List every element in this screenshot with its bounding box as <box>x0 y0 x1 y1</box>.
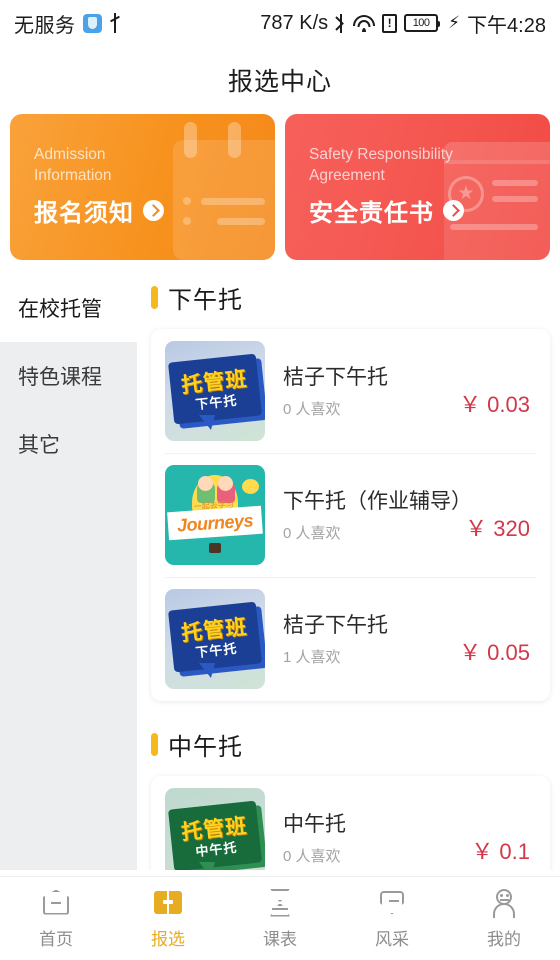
status-bar: 无服务 787 K/s 100 ⚡ 下午4:28 <box>0 0 560 46</box>
bottom-tab-bar: 首页 报选 课表 风采 我的 <box>0 876 560 960</box>
course-price: ￥ 320 <box>465 516 530 541</box>
battery-level-label: 100 <box>412 17 430 29</box>
banner-row: Admission Information 报名须知 ★ Safety Resp… <box>0 114 560 260</box>
sidebar-item-school-care[interactable]: 在校托管 <box>0 274 137 342</box>
shield-icon <box>82 13 102 33</box>
tab-profile[interactable]: 我的 <box>448 877 560 960</box>
category-sidebar: 在校托管 特色课程 其它 <box>0 274 137 870</box>
status-bar-left: 无服务 <box>14 9 121 38</box>
course-info: 下午托（作业辅导） 0 人喜欢 <box>265 488 472 543</box>
sidebar-item-others[interactable]: 其它 <box>0 410 137 478</box>
hourglass-icon <box>264 888 296 918</box>
sidebar-item-label: 特色课程 <box>18 366 102 389</box>
tab-label: 风采 <box>375 929 409 949</box>
carrier-label: 无服务 <box>14 14 76 37</box>
tab-home[interactable]: 首页 <box>0 877 112 960</box>
banner-subtitle-line2: Agreement <box>309 167 385 184</box>
course-likes: 0 人喜欢 <box>283 400 341 418</box>
course-name: 中午托 <box>283 812 346 836</box>
chevron-right-icon[interactable] <box>443 200 464 221</box>
course-price: ￥ 0.1 <box>471 839 530 864</box>
sidebar-item-label: 在校托管 <box>18 298 102 321</box>
shield-icon <box>376 888 408 918</box>
banner-subtitle: Safety Responsibility Agreement <box>309 144 494 186</box>
tab-enrollment[interactable]: 报选 <box>112 877 224 960</box>
tab-label: 课表 <box>263 929 297 949</box>
status-bar-right: 787 K/s 100 ⚡ 下午4:28 <box>260 9 546 38</box>
thumbnail-title: Journeys <box>176 510 254 536</box>
clock-label: 下午4:28 <box>467 14 546 37</box>
banner-subtitle-line1: Safety Responsibility <box>309 146 453 163</box>
tab-label: 我的 <box>487 929 521 949</box>
sidebar-item-featured-courses[interactable]: 特色课程 <box>0 342 137 410</box>
course-price: ￥ 0.03 <box>459 392 530 417</box>
course-info: 桔子下午托 0 人喜欢 <box>265 364 459 419</box>
clipboard-icon <box>163 114 275 260</box>
banner-title: 安全责任书 <box>309 200 434 227</box>
course-list-item[interactable]: 一起去学习 Journeys 下午托（作业辅导） 0 人喜欢 ￥ 320 <box>151 453 550 577</box>
wifi-icon <box>353 14 376 32</box>
course-name: 下午托（作业辅导） <box>283 489 472 513</box>
person-icon <box>488 888 520 918</box>
usb-icon <box>109 13 121 33</box>
course-list-item[interactable]: 托管班 中午托 中午托 0 人喜欢 ￥ 0.1 <box>151 776 550 870</box>
section-header-noon-care: 中午托 <box>151 701 560 776</box>
section-accent-bar <box>151 286 158 309</box>
sim-alert-icon <box>382 13 398 33</box>
section-header-afternoon-care: 下午托 <box>151 274 560 329</box>
network-speed-label: 787 K/s <box>260 11 329 34</box>
course-thumbnail: 托管班 下午托 <box>165 589 265 689</box>
course-name: 桔子下午托 <box>283 365 388 389</box>
app-screen: 无服务 787 K/s 100 ⚡ 下午4:28 报选中心 <box>0 0 560 960</box>
battery-icon: 100 <box>404 14 441 32</box>
banner-subtitle-line2: Information <box>34 167 112 184</box>
course-card-noon-care: 托管班 中午托 中午托 0 人喜欢 ￥ 0.1 <box>151 776 550 870</box>
section-accent-bar <box>151 733 158 756</box>
course-info: 桔子下午托 1 人喜欢 <box>265 612 459 667</box>
banner-admission-information[interactable]: Admission Information 报名须知 <box>10 114 275 260</box>
home-icon <box>40 888 72 918</box>
course-list-scroll[interactable]: 下午托 托管班 下午托 桔子下午托 0 人喜欢 ￥ 0.03 一起去学习 Jou… <box>137 274 560 870</box>
tab-showcase[interactable]: 风采 <box>336 877 448 960</box>
banner-safety-responsibility-agreement[interactable]: ★ Safety Responsibility Agreement 安全责任书 <box>285 114 550 260</box>
chevron-right-icon[interactable] <box>143 200 164 221</box>
certificate-icon: ★ <box>438 114 550 260</box>
page-title: 报选中心 <box>227 68 332 96</box>
course-price: ￥ 0.05 <box>459 640 530 665</box>
course-thumbnail: 托管班 中午托 <box>165 788 265 870</box>
charging-bolt-icon: ⚡ <box>448 13 461 32</box>
course-likes: 0 人喜欢 <box>283 524 341 542</box>
banner-title-row: 安全责任书 <box>309 193 550 228</box>
course-info: 中午托 0 人喜欢 <box>265 811 471 866</box>
course-thumbnail: 一起去学习 Journeys <box>165 465 265 565</box>
category-browser: 在校托管 特色课程 其它 下午托 托管班 下午托 桔子下午托 0 人喜欢 ￥ 0… <box>0 274 560 870</box>
tab-timetable[interactable]: 课表 <box>224 877 336 960</box>
course-name: 桔子下午托 <box>283 613 388 637</box>
banner-title-row: 报名须知 <box>34 193 275 228</box>
section-title: 下午托 <box>168 287 243 314</box>
course-likes: 0 人喜欢 <box>283 847 341 865</box>
banner-subtitle-line1: Admission <box>34 146 106 163</box>
bluetooth-icon <box>335 13 346 33</box>
course-list-item[interactable]: 托管班 下午托 桔子下午托 1 人喜欢 ￥ 0.05 <box>151 577 550 701</box>
course-thumbnail: 托管班 下午托 <box>165 341 265 441</box>
book-icon <box>152 888 184 918</box>
banner-title: 报名须知 <box>34 200 134 227</box>
course-likes: 1 人喜欢 <box>283 648 341 666</box>
course-card-afternoon-care: 托管班 下午托 桔子下午托 0 人喜欢 ￥ 0.03 一起去学习 Journey… <box>151 329 550 701</box>
sidebar-item-label: 其它 <box>18 434 60 457</box>
section-title: 中午托 <box>168 734 243 761</box>
course-list-item[interactable]: 托管班 下午托 桔子下午托 0 人喜欢 ￥ 0.03 <box>151 329 550 453</box>
tab-label: 报选 <box>151 929 185 949</box>
tab-label: 首页 <box>39 929 73 949</box>
banner-subtitle: Admission Information <box>34 144 219 186</box>
